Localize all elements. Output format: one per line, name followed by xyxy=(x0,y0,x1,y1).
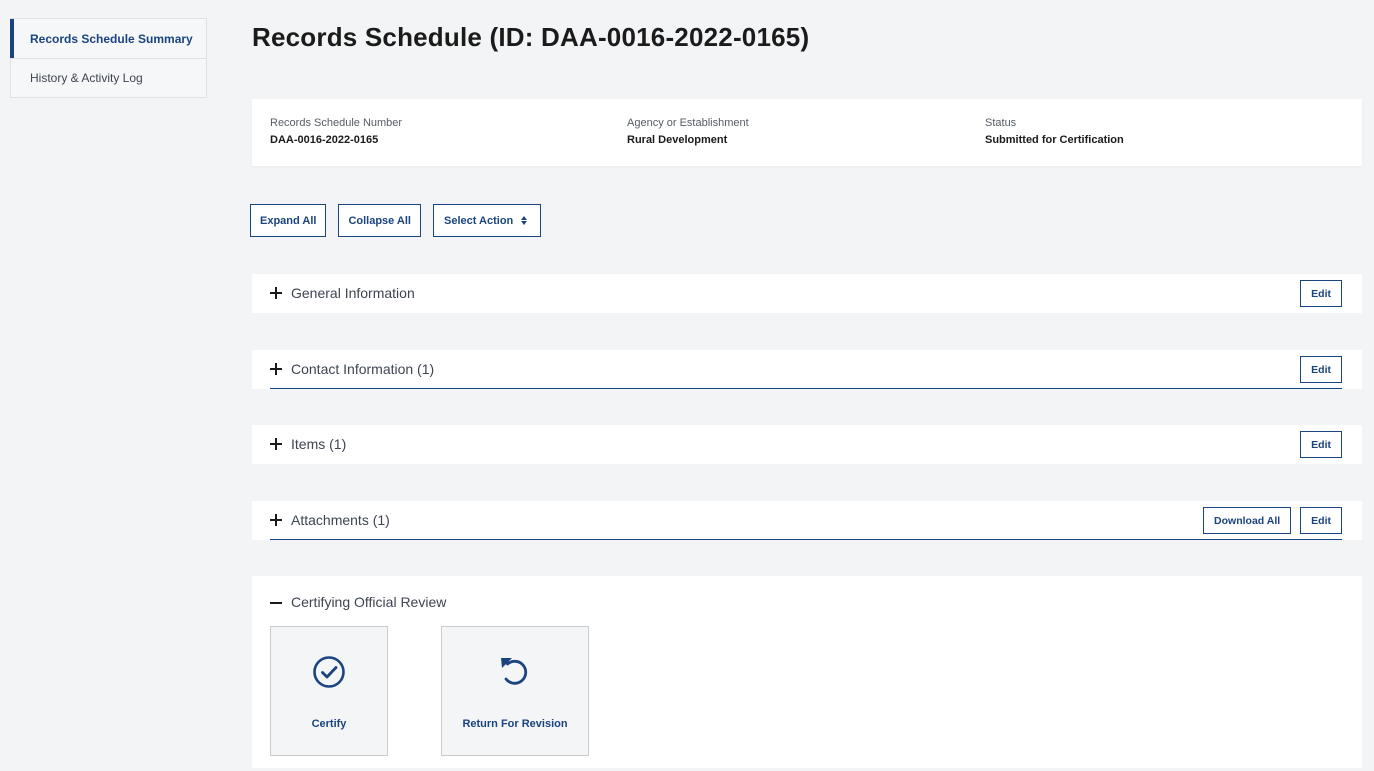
accordion-items: Items (1) Edit xyxy=(252,425,1362,464)
certify-button[interactable]: Certify xyxy=(270,626,388,756)
collapse-all-button[interactable]: Collapse All xyxy=(338,204,421,237)
plus-icon xyxy=(270,363,282,375)
status-label: Status xyxy=(985,117,1017,129)
accordion-label: Contact Information (1) xyxy=(291,361,435,377)
return-label: Return For Revision xyxy=(462,718,568,730)
schedule-number-field: Records Schedule Number DAA-0016-2022-01… xyxy=(270,117,402,146)
edit-attachments-button[interactable]: Edit xyxy=(1300,507,1342,534)
accordion-label: General Information xyxy=(291,285,415,301)
accordion-actions: Edit xyxy=(1300,280,1342,307)
select-action-label: Select Action xyxy=(444,214,514,227)
sort-arrows-icon xyxy=(521,216,528,225)
accordion-toggle-attachments[interactable]: Attachments (1) xyxy=(270,501,390,539)
page-title: Records Schedule (ID: DAA-0016-2022-0165… xyxy=(252,22,810,52)
accordion-toggle-items[interactable]: Items (1) xyxy=(270,425,346,463)
status-field: Status Submitted for Certification xyxy=(985,117,1124,146)
agency-label: Agency or Establishment xyxy=(627,117,749,129)
accordion-actions: Download All Edit xyxy=(1203,507,1342,534)
accordion-divider xyxy=(270,388,1342,389)
plus-icon xyxy=(270,438,282,450)
accordion-divider xyxy=(270,539,1342,540)
side-navigation: Records Schedule Summary History & Activ… xyxy=(10,18,207,98)
minus-icon xyxy=(270,596,282,608)
expand-all-button[interactable]: Expand All xyxy=(250,204,327,237)
accordion-label: Attachments (1) xyxy=(291,512,390,528)
schedule-number-label: Records Schedule Number xyxy=(270,117,403,129)
accordion-contact-information: Contact Information (1) Edit xyxy=(252,350,1362,389)
status-value: Submitted for Certification xyxy=(985,134,1124,146)
accordion-toggle-general-information[interactable]: General Information xyxy=(270,274,415,312)
accordion-toggle-certifying-review[interactable]: Certifying Official Review xyxy=(270,594,446,610)
sidebar-item-label: History & Activity Log xyxy=(30,71,143,85)
plus-icon xyxy=(270,514,282,526)
sidebar-item-history-activity-log[interactable]: History & Activity Log xyxy=(11,58,206,97)
accordion-actions: Edit xyxy=(1300,356,1342,383)
sidebar-item-label: Records Schedule Summary xyxy=(30,31,193,46)
accordion-attachments: Attachments (1) Download All Edit xyxy=(252,501,1362,540)
agency-value: Rural Development xyxy=(627,134,728,146)
sidebar-item-records-schedule-summary[interactable]: Records Schedule Summary xyxy=(10,19,206,58)
download-all-button[interactable]: Download All xyxy=(1203,507,1292,534)
accordion-actions: Edit xyxy=(1300,431,1342,458)
plus-icon xyxy=(270,287,282,299)
summary-card: Records Schedule Number DAA-0016-2022-01… xyxy=(252,99,1362,166)
toolbar: Expand All Collapse All Select Action xyxy=(250,204,542,237)
accordion-general-information: General Information Edit xyxy=(252,274,1362,313)
check-circle-icon xyxy=(313,656,345,688)
return-for-revision-button[interactable]: Return For Revision xyxy=(441,626,589,756)
accordion-toggle-contact-information[interactable]: Contact Information (1) xyxy=(270,350,434,388)
edit-items-button[interactable]: Edit xyxy=(1300,431,1342,458)
review-title: Certifying Official Review xyxy=(291,594,447,610)
agency-field: Agency or Establishment Rural Developmen… xyxy=(627,117,749,146)
undo-icon xyxy=(501,658,528,685)
edit-general-button[interactable]: Edit xyxy=(1300,280,1342,307)
select-action-dropdown[interactable]: Select Action xyxy=(433,204,542,237)
schedule-number-value: DAA-0016-2022-0165 xyxy=(270,134,379,146)
certify-label: Certify xyxy=(311,718,347,730)
edit-contact-button[interactable]: Edit xyxy=(1300,356,1342,383)
accordion-label: Items (1) xyxy=(291,436,347,452)
certifying-official-review: Certifying Official Review Certify Retur… xyxy=(252,576,1362,768)
